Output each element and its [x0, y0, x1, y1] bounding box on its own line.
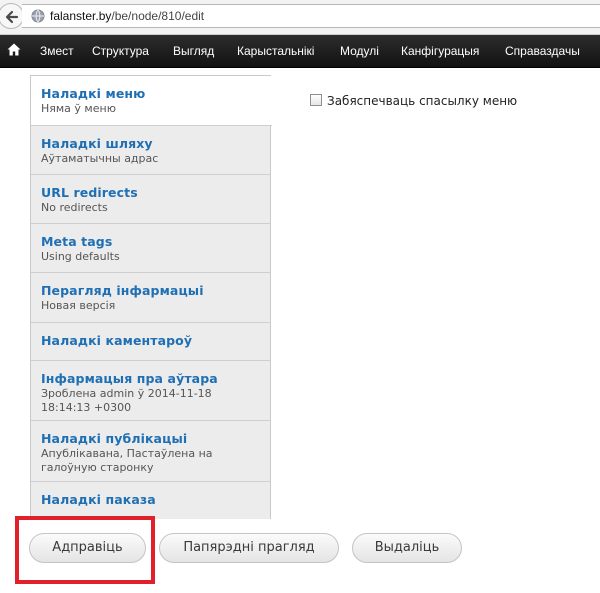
vtab-title: Інфармацыя пра аўтара [41, 371, 218, 386]
vtab-title: Наладкі шляху [41, 136, 153, 151]
preview-button[interactable]: Папярэдні прагляд [159, 533, 339, 563]
highlight-annotation-box [15, 516, 155, 584]
url-host: falanster.by [50, 9, 112, 23]
globe-icon [31, 9, 45, 23]
vtab-summary: No redirects [41, 201, 108, 214]
delete-button[interactable]: Выдаліць [352, 533, 462, 563]
vtab-path-settings[interactable]: Наладкі шляху Аўтаматычны адрас [31, 126, 271, 175]
toolbar-item-reports[interactable]: Справаздачы [505, 44, 580, 58]
vtab-title: Наладкі публікацыі [41, 431, 188, 446]
vtab-meta-tags[interactable]: Meta tags Using defaults [31, 224, 271, 273]
vtab-summary: Using defaults [41, 250, 120, 263]
vtab-authoring-information[interactable]: Інфармацыя пра аўтара Зроблена admin ў 2… [31, 361, 271, 421]
vtab-title: Meta tags [41, 234, 113, 249]
vtab-summary: Зроблена admin ў 2014-11-18 18:14:13 +03… [41, 387, 212, 414]
provide-menu-link-checkbox[interactable] [310, 94, 322, 106]
vtab-url-redirects[interactable]: URL redirects No redirects [31, 175, 271, 224]
vtab-summary: Аўтаматычны адрас [41, 152, 159, 165]
back-button[interactable] [0, 3, 24, 29]
vertical-tabs: Наладкі меню Няма ў меню Наладкі шляху А… [30, 75, 272, 519]
vtab-title: URL redirects [41, 185, 138, 200]
vtab-revision-information[interactable]: Перагляд інфармацыі Новая версія [31, 273, 271, 323]
provide-menu-link-label[interactable]: Забяспечваць спасылку меню [327, 94, 517, 108]
vtab-title: Наладкі каментароў [41, 333, 193, 348]
vtab-title: Наладкі паказа [41, 492, 156, 507]
url-text: falanster.by/be/node/810/edit [50, 9, 204, 23]
back-arrow-icon [5, 10, 19, 24]
vtab-publishing-options[interactable]: Наладкі публікацыі Апублікавана, Пастаўл… [31, 421, 271, 482]
toolbar-item-modules[interactable]: Модулі [340, 44, 379, 58]
vtab-comment-settings[interactable]: Наладкі каментароў [31, 323, 271, 361]
vtab-title: Наладкі меню [41, 86, 146, 101]
vtab-title: Перагляд інфармацыі [41, 283, 204, 298]
vtab-menu-settings[interactable]: Наладкі меню Няма ў меню [31, 76, 272, 126]
toolbar-item-users[interactable]: Карыстальнікі [237, 44, 314, 58]
url-field[interactable]: falanster.by/be/node/810/edit [22, 4, 600, 28]
admin-toolbar: Змест Структура Выгляд Карыстальнікі Мод… [0, 35, 600, 68]
vtab-display-settings[interactable]: Наладкі паказа [31, 482, 271, 519]
vtab-summary: Новая версія [41, 299, 116, 312]
url-path: /be/node/810/edit [111, 9, 205, 23]
vtab-summary: Апублікавана, Пастаўлена на галоўную ста… [41, 447, 213, 474]
vtab-summary: Няма ў меню [41, 102, 116, 115]
toolbar-item-appearance[interactable]: Выгляд [173, 44, 214, 58]
toolbar-item-configuration[interactable]: Канфігурацыя [401, 44, 479, 58]
toolbar-item-content[interactable]: Змест [40, 44, 74, 58]
browser-address-bar: falanster.by/be/node/810/edit [0, 0, 600, 35]
toolbar-item-structure[interactable]: Структура [92, 44, 149, 58]
home-icon[interactable] [7, 43, 21, 56]
